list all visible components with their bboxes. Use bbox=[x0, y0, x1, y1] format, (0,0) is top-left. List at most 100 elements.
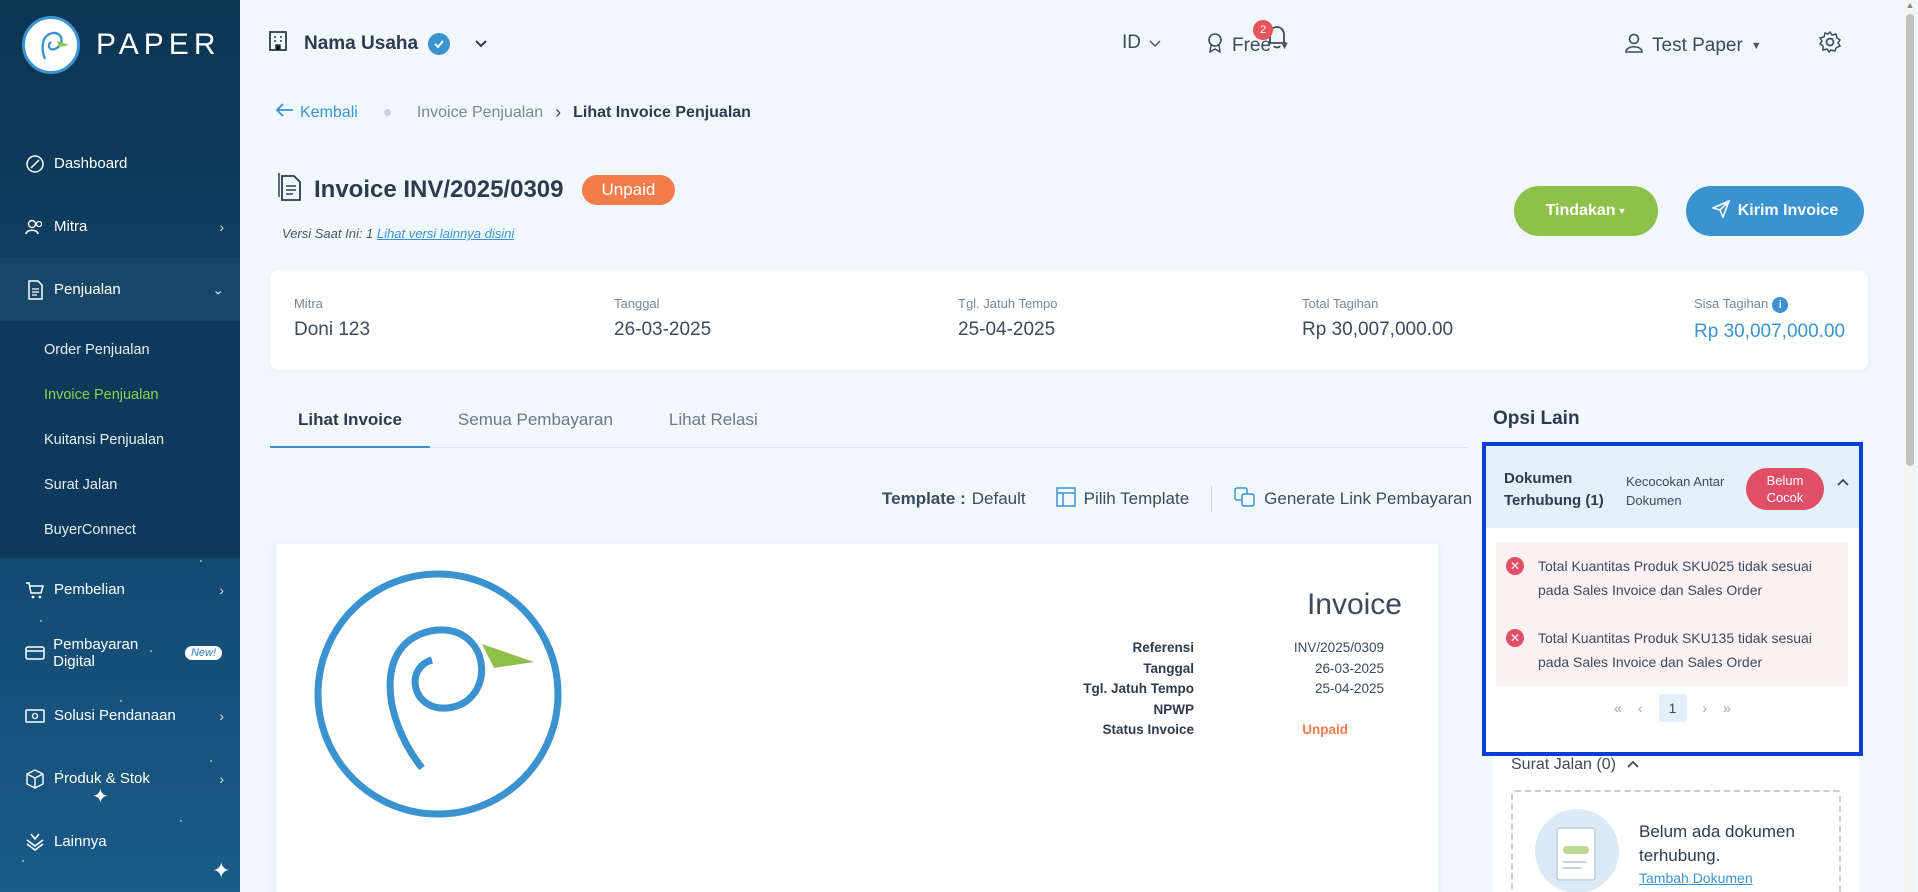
surat-jalan-header[interactable]: Surat Jalan (0) bbox=[1511, 756, 1640, 774]
page-last-button[interactable]: » bbox=[1723, 700, 1731, 716]
divider bbox=[1211, 486, 1213, 512]
invoice-document-icon bbox=[278, 172, 304, 207]
sidebar-item-pembelian[interactable]: Pembelian › bbox=[0, 558, 240, 621]
sidebar-item-dashboard[interactable]: Dashboard bbox=[0, 132, 240, 195]
surat-jalan-title: Surat Jalan (0) bbox=[1511, 756, 1616, 773]
sidebar-subitem-surat-jalan[interactable]: Surat Jalan bbox=[0, 462, 240, 507]
layout-icon bbox=[1055, 486, 1076, 512]
language-selector[interactable]: ID bbox=[1122, 32, 1161, 54]
user-icon bbox=[1624, 32, 1644, 60]
plan-value: Free bbox=[1232, 35, 1272, 56]
error-icon: ✕ bbox=[1506, 557, 1524, 575]
chevron-right-icon: › bbox=[219, 581, 224, 598]
info-icon[interactable]: i bbox=[1772, 296, 1789, 313]
brand-logo[interactable]: PAPER bbox=[22, 16, 220, 74]
money-icon bbox=[24, 705, 46, 727]
summary-value: Doni 123 bbox=[294, 319, 371, 340]
list-item: ✕ Total Kuantitas Produk SKU025 tidak se… bbox=[1496, 542, 1848, 614]
dokumen-terhubung-panel: Dokumen Terhubung (1) Kecocokan Antar Do… bbox=[1482, 442, 1863, 756]
kirim-invoice-button[interactable]: Kirim Invoice bbox=[1686, 186, 1864, 236]
template-value: Default bbox=[971, 489, 1026, 508]
page-first-button[interactable]: « bbox=[1614, 700, 1622, 716]
user-name: Test Paper bbox=[1652, 35, 1743, 56]
caret-down-icon: ▼ bbox=[1617, 206, 1627, 216]
page-title: Invoice INV/2025/0309 bbox=[314, 175, 564, 203]
match-status-line: Cocok bbox=[1766, 490, 1804, 505]
tambah-dokumen-link[interactable]: Tambah Dokumen bbox=[1639, 870, 1753, 886]
template-label: Template : bbox=[882, 489, 966, 508]
chevron-right-icon: › bbox=[219, 707, 224, 724]
tab-semua-pembayaran[interactable]: Semua Pembayaran bbox=[430, 400, 641, 448]
cart-icon bbox=[24, 579, 46, 601]
sidebar-item-solusi-pendanaan[interactable]: Solusi Pendanaan › bbox=[0, 684, 240, 747]
pilih-template-label: Pilih Template bbox=[1083, 489, 1190, 508]
sidebar-item-penjualan[interactable]: Penjualan ⌄ bbox=[0, 258, 240, 321]
page-scrollbar[interactable]: ▲ bbox=[1904, 0, 1916, 892]
sidebar-item-label: Penjualan bbox=[54, 281, 121, 298]
summary-label: Tanggal bbox=[614, 296, 660, 311]
new-badge: New! bbox=[184, 645, 222, 660]
empty-state: Belum ada dokumen terhubung. Tambah Doku… bbox=[1511, 790, 1841, 892]
match-label-line: Dokumen bbox=[1626, 493, 1682, 508]
breadcrumb-parent[interactable]: Invoice Penjualan bbox=[417, 104, 543, 122]
paper-logo-icon bbox=[22, 16, 80, 74]
template-bar: Template : Default Pilih Template Genera… bbox=[882, 486, 1472, 512]
page-next-button[interactable]: › bbox=[1703, 700, 1708, 716]
preview-value: INV/2025/0309 bbox=[1293, 640, 1384, 655]
preview-value bbox=[1194, 702, 1384, 723]
summary-label-text: Sisa Tagihan bbox=[1694, 296, 1769, 311]
scroll-up-icon[interactable]: ▲ bbox=[1905, 0, 1915, 10]
preview-row: Tgl. Jatuh Tempo 25-04-2025 bbox=[1056, 681, 1384, 702]
plan-selector[interactable]: Free ▼ bbox=[1206, 32, 1290, 60]
error-text: Total Kuantitas Produk SKU135 tidak sesu… bbox=[1538, 630, 1812, 670]
pilih-template-button[interactable]: Pilih Template bbox=[1055, 486, 1190, 512]
generate-link-button[interactable]: Generate Link Pembayaran bbox=[1234, 486, 1472, 512]
business-switcher[interactable]: Nama Usaha bbox=[268, 30, 488, 58]
preview-key: Tgl. Jatuh Tempo bbox=[1083, 681, 1194, 696]
preview-row: NPWP bbox=[1056, 702, 1384, 723]
sidebar-item-lainnya[interactable]: Lainnya bbox=[0, 810, 240, 873]
chevron-up-icon[interactable] bbox=[1836, 474, 1850, 490]
user-menu[interactable]: Test Paper ▼ bbox=[1624, 32, 1762, 60]
preview-key: NPWP bbox=[1153, 701, 1195, 717]
sidebar-subitem-order-penjualan[interactable]: Order Penjualan bbox=[0, 327, 240, 372]
sidebar-item-pembayaran-digital[interactable]: Pembayaran Digital New! bbox=[0, 621, 240, 684]
tab-lihat-invoice[interactable]: Lihat Invoice bbox=[270, 400, 430, 448]
settings-button[interactable] bbox=[1818, 30, 1842, 60]
page-prev-button[interactable]: ‹ bbox=[1638, 700, 1643, 716]
preview-row: Status Invoice Unpaid bbox=[1056, 722, 1384, 743]
language-value: ID bbox=[1122, 32, 1141, 53]
back-link[interactable]: Kembali bbox=[275, 103, 358, 122]
dokumen-terhubung-header[interactable]: Dokumen Terhubung (1) Kecocokan Antar Do… bbox=[1486, 446, 1859, 528]
sidebar-item-mitra[interactable]: Mitra › bbox=[0, 195, 240, 258]
chevron-down-icon bbox=[1149, 32, 1161, 54]
version-info: Versi Saat Ini: 1 Lihat versi lainnya di… bbox=[282, 226, 514, 241]
sidebar-item-produk-stok[interactable]: Produk & Stok › bbox=[0, 747, 240, 810]
business-name: Nama Usaha bbox=[304, 33, 419, 54]
sidebar-subitem-kuitansi-penjualan[interactable]: Kuitansi Penjualan bbox=[0, 417, 240, 462]
page-number-button[interactable]: 1 bbox=[1658, 694, 1687, 722]
tindakan-label: Tindakan bbox=[1545, 202, 1616, 219]
scrollbar-thumb[interactable] bbox=[1906, 14, 1914, 466]
preview-value: Unpaid bbox=[1302, 722, 1348, 737]
arrow-left-icon bbox=[275, 103, 294, 122]
sidebar-subitem-invoice-penjualan[interactable]: Invoice Penjualan bbox=[0, 372, 240, 417]
breadcrumb-current: Lihat Invoice Penjualan bbox=[573, 103, 751, 121]
version-link[interactable]: Lihat versi lainnya disini bbox=[377, 226, 514, 241]
sidebar-subitem-buyerconnect[interactable]: BuyerConnect bbox=[0, 507, 240, 552]
tab-lihat-relasi[interactable]: Lihat Relasi bbox=[641, 400, 786, 448]
tindakan-button[interactable]: Tindakan ▼ bbox=[1514, 186, 1658, 236]
summary-value: Rp 30,007,000.00 bbox=[1694, 320, 1846, 342]
sidebar-item-label: Lainnya bbox=[54, 833, 107, 850]
caret-down-icon: ▼ bbox=[1279, 40, 1290, 52]
sidebar-item-label: Solusi Pendanaan bbox=[54, 707, 176, 724]
breadcrumb-dot bbox=[383, 109, 391, 116]
summary-label: Total Tagihan bbox=[1302, 296, 1379, 311]
sidebar-item-label: Dashboard bbox=[54, 155, 128, 172]
breadcrumb-separator: › bbox=[555, 102, 562, 122]
summary-value: 26-03-2025 bbox=[614, 319, 712, 340]
summary-label: Sisa Tagihan i bbox=[1694, 296, 1845, 313]
box-icon bbox=[24, 768, 46, 790]
match-label-line: Kecocokan Antar bbox=[1626, 474, 1725, 489]
preview-row: Tanggal 26-03-2025 bbox=[1056, 661, 1384, 682]
